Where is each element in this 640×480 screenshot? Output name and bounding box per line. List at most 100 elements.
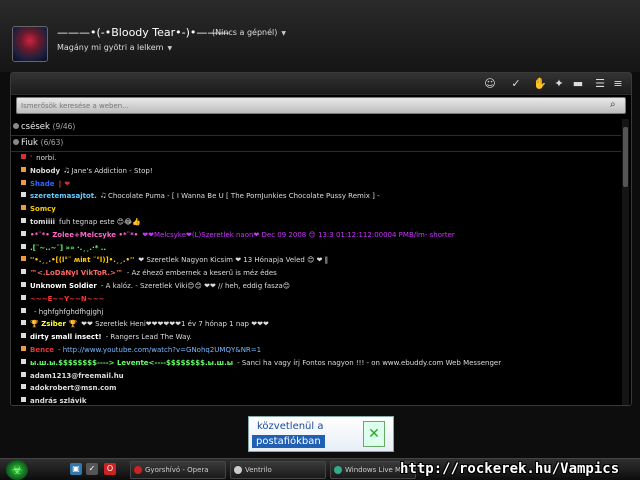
- contact-name: Bence: [30, 346, 54, 354]
- contact-message: ❤❤ Szeretlek Heni❤❤❤❤❤❤1 év 7 hónap 1 na…: [81, 320, 269, 329]
- group-name: csések: [21, 122, 50, 132]
- contact-message: - http://www.youtube.com/watch?v=GNohq2U…: [57, 346, 262, 354]
- contact-row[interactable]: dirty small insect! - Rangers Lead The Wa…: [21, 332, 621, 343]
- divider: [11, 135, 621, 136]
- contact-row[interactable]: Nobody 🎝 Jane's Addiction - Stop!: [21, 166, 621, 177]
- expand-icon: [13, 139, 19, 145]
- excel-icon: ✕: [363, 421, 385, 447]
- contact-name: ы.ш.ы.$$$$$$$$----> Levente<----$$$$$$$$…: [30, 358, 234, 367]
- group-count: (6/63): [40, 138, 64, 147]
- chevron-down-icon: ▼: [281, 30, 286, 37]
- group-header[interactable]: csések (9/46): [11, 122, 621, 136]
- contact-name: 🏆 Zsiber 🏆: [30, 320, 78, 329]
- contact-row[interactable]: ™<.LoDáNyI VikToR.>™ - Az éhező embernek …: [21, 268, 621, 279]
- contact-name: adokrobert@msn.com: [30, 384, 117, 393]
- personal-message[interactable]: Magány mi gyötri a lelkem ▼: [57, 43, 172, 52]
- scroll-thumb[interactable]: [623, 127, 628, 187]
- status-icon: [21, 179, 26, 185]
- contact-name: •*¨*• Zolee+Melcsyke •*¨*•: [30, 230, 139, 239]
- status-icon: [21, 256, 26, 262]
- contact-row[interactable]: Bence - http://www.youtube.com/watch?v=GN…: [21, 345, 621, 356]
- status-icon: [21, 320, 26, 326]
- hand-icon[interactable]: ✋: [533, 77, 547, 91]
- status-icon: [21, 371, 26, 377]
- status-icon: [21, 307, 26, 313]
- contact-row[interactable]: szeretemasajtot. 🎝 Chocolate Puma - [ I W…: [21, 191, 621, 202]
- opera-icon: [134, 466, 142, 474]
- watermark: http://rockerek.hu/Vampics: [400, 461, 620, 477]
- contact-row[interactable]: adam1213@freemail.hu: [21, 371, 621, 382]
- contact-name: andrás szlávik: [30, 397, 87, 405]
- contact-row[interactable]: ы.ш.ы.$$$$$$$$----> Levente<----$$$$$$$$…: [21, 358, 621, 369]
- status-icon: [21, 333, 26, 339]
- status-icon: [21, 358, 26, 364]
- group-header[interactable]: Fiuk (6/63): [11, 138, 621, 152]
- profile-header: ———•(-•Bloody Tear•-)•——— (Nincs a gépné…: [0, 0, 640, 72]
- status-icon: [21, 166, 26, 172]
- search-bar: ⌕: [16, 97, 626, 114]
- contact-message: 🎝 Chocolate Puma - [ I Wanna Be U [ The …: [100, 192, 380, 201]
- contact-row[interactable]: adokrobert@msn.com: [21, 383, 621, 394]
- contact-row[interactable]: - hghfghfghdfhgjghj: [21, 307, 621, 318]
- task-label: Ventrilo: [245, 466, 272, 474]
- contact-row[interactable]: ~~~E~~Y~~N~~~: [21, 294, 621, 305]
- contact-list: csések (9/46) Fiuk (6/63) ' norbi. Nobody 🎝 J…: [11, 120, 621, 405]
- layout-icon[interactable]: ☰: [593, 77, 607, 91]
- contact-row[interactable]: Somcy: [21, 204, 621, 215]
- contact-row[interactable]: andrás szlávik: [21, 396, 621, 405]
- chevron-down-icon: ▼: [167, 45, 173, 52]
- contact-message: - Rangers Lead The Way.: [105, 333, 192, 342]
- menu-icon[interactable]: ≡: [611, 77, 625, 91]
- contact-row[interactable]: Shade ‖ ❤: [21, 179, 621, 190]
- contact-message: ❤ Szeretlek Nagyon Kicsim ❤ 13 Hónapja V…: [138, 256, 329, 265]
- task-opera[interactable]: Gyorshívó - Opera: [130, 461, 226, 479]
- contact-message: - Sanci ha vagy írj Fontos nagyon !!! - …: [237, 358, 502, 367]
- opera-icon[interactable]: O: [104, 463, 116, 475]
- contact-panel: ☺ ✓ ✋ ✦ ▬ ☰ ≡ ⌕ csések (9/46) Fiuk (6/63)…: [10, 72, 632, 406]
- group-name: Fiuk: [21, 138, 38, 148]
- contact-message: ❤❤Melcsyke❤(L)Szeretlek naon❤ Dec 09 200…: [142, 230, 455, 239]
- divider: [11, 151, 621, 152]
- contact-row[interactable]: Unknown Soldier - A kalóz. - Szeretlek Vi…: [21, 281, 621, 292]
- contact-row[interactable]: .[¨~..~¨] »» ·.¸¸.·* ..: [21, 243, 621, 254]
- contact-message: - Az éhező embernek a keserű is méz édes: [126, 269, 277, 278]
- personal-message-text: Magány mi gyötri a lelkem: [57, 43, 164, 52]
- status-icon: [21, 218, 26, 223]
- share-icon[interactable]: ✦: [552, 77, 566, 91]
- contact-name: ': [30, 154, 33, 162]
- contact-name: Unknown Soldier: [30, 282, 97, 290]
- contact-message: norbi.: [36, 154, 57, 162]
- status-icon: [21, 294, 26, 300]
- start-button[interactable]: ☣: [6, 460, 28, 480]
- task-ventrilo[interactable]: Ventrilo: [230, 461, 326, 479]
- advertisement-banner[interactable]: közvetlenül a postafiókban ✕: [248, 416, 394, 452]
- contact-row[interactable]: tomiiii fuh tegnap este 😊😂👍: [21, 217, 621, 228]
- quicklaunch-icon[interactable]: ✓: [86, 463, 98, 475]
- contact-row[interactable]: ''•.¸¸.•[(l°¨ ʍiʀt ¨°l)]•.¸¸.•'' ❤ Szeret…: [21, 255, 621, 266]
- status-icon: [21, 154, 26, 159]
- contact-name: Shade: [30, 179, 55, 188]
- status-icon: [21, 346, 26, 351]
- search-input[interactable]: [21, 98, 601, 113]
- contact-message: ‖ ❤: [58, 179, 71, 188]
- status-icon: [21, 192, 26, 198]
- avatar[interactable]: [12, 26, 48, 62]
- contact-row[interactable]: •*¨*• Zolee+Melcsyke •*¨*• ❤❤Melcsyke❤(L)…: [21, 230, 621, 241]
- folder-icon[interactable]: ▬: [571, 77, 585, 91]
- add-contact-icon[interactable]: ☺: [483, 77, 497, 91]
- status-icon: [21, 243, 26, 249]
- show-desktop-icon[interactable]: ▣: [70, 463, 82, 475]
- search-icon[interactable]: ⌕: [610, 99, 622, 111]
- messenger-window: ———•(-•Bloody Tear•-)•——— (Nincs a gépné…: [0, 0, 640, 480]
- ad-line-2: postafiókban: [252, 435, 325, 448]
- scrollbar[interactable]: [622, 119, 629, 405]
- check-icon[interactable]: ✓: [509, 77, 523, 91]
- contact-name: adam1213@freemail.hu: [30, 371, 124, 380]
- contact-name: Somcy: [30, 205, 56, 214]
- display-name[interactable]: ———•(-•Bloody Tear•-)•———: [57, 26, 229, 39]
- contact-row[interactable]: 🏆 Zsiber 🏆 ❤❤ Szeretlek Heni❤❤❤❤❤❤1 év 7 …: [21, 319, 621, 330]
- contact-row[interactable]: ' norbi.: [21, 153, 621, 164]
- status-selector[interactable]: (Nincs a gépnél) ▼: [212, 28, 286, 37]
- ventrilo-icon: [234, 466, 242, 474]
- status-label: (Nincs a gépnél): [212, 28, 278, 37]
